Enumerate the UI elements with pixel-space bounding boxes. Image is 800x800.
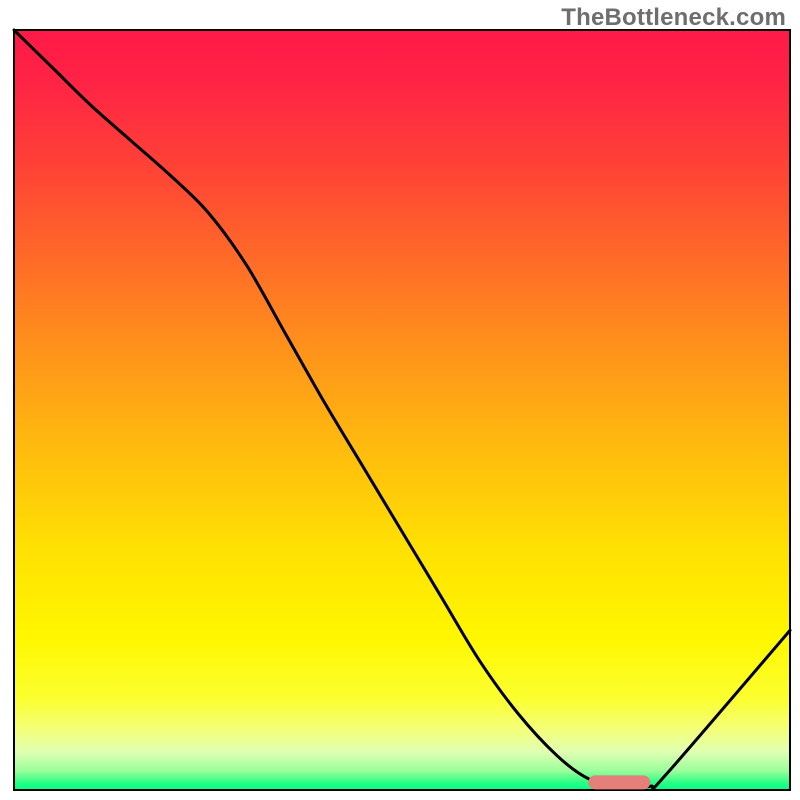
gradient-background bbox=[14, 30, 790, 790]
optimum-marker bbox=[588, 775, 650, 789]
chart-frame: TheBottleneck.com bbox=[0, 0, 800, 800]
bottleneck-chart bbox=[0, 0, 800, 800]
